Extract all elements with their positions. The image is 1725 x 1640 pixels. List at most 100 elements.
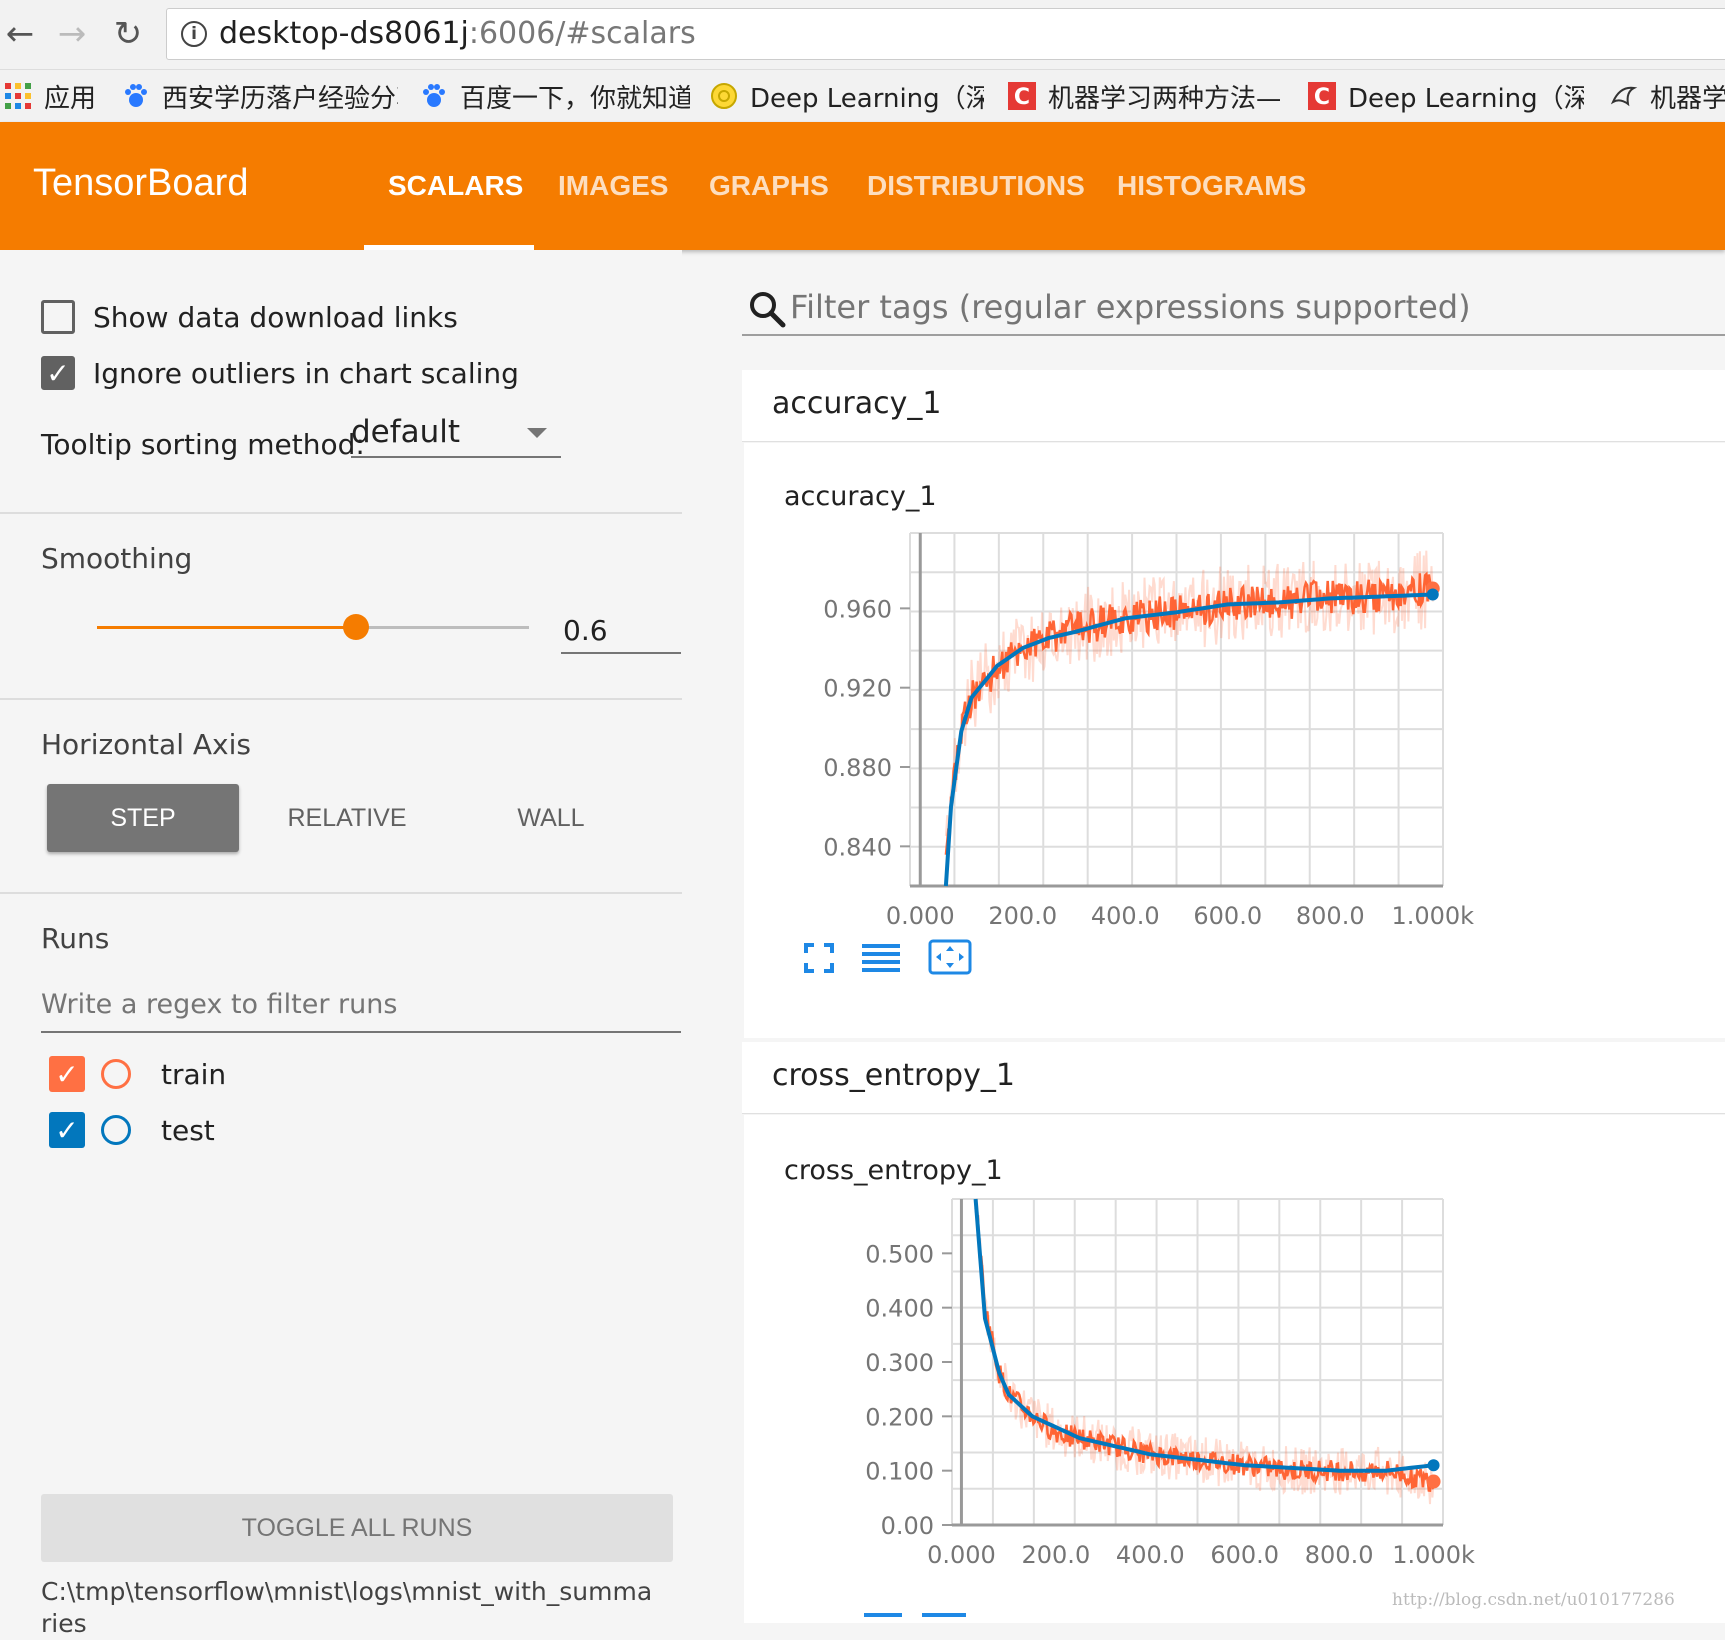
chart-toolbar <box>804 939 972 975</box>
bookmark-label: 机器学习两种方法—— <box>1048 83 1280 114</box>
checkbox-label: Ignore outliers in chart scaling <box>93 356 519 390</box>
checkbox-box[interactable] <box>41 300 75 334</box>
dropdown-arrow-icon <box>527 428 547 438</box>
x-tick-label: 400.0 <box>1116 1541 1185 1569</box>
search-icon <box>750 292 786 328</box>
accuracy-chart[interactable]: 0.840 0.880 0.920 0.960 0.000 200.0 400.0 600.0… <box>744 443 1725 963</box>
x-tick-label: 800.0 <box>1296 902 1365 930</box>
main-content: Filter tags (regular expressions support… <box>682 250 1725 1623</box>
run-name: test <box>161 1113 215 1147</box>
tensorboard-header: TensorBoard SCALARS IMAGES GRAPHS DISTRI… <box>0 122 1725 250</box>
y-tick-label: 0.500 <box>865 1240 934 1268</box>
slider-thumb[interactable] <box>343 614 370 640</box>
tab-scalars[interactable]: SCALARS <box>388 170 523 202</box>
svg-text:C: C <box>1314 85 1330 110</box>
tab-distributions[interactable]: DISTRIBUTIONS <box>867 170 1085 202</box>
y-tick-label: 0.300 <box>865 1349 934 1377</box>
x-tick-label: 1.000k <box>1392 1541 1475 1569</box>
axis-wall-button[interactable]: WALL <box>455 784 647 852</box>
ignore-outliers-checkbox[interactable]: ✓ Ignore outliers in chart scaling <box>41 356 519 390</box>
toolbar-icon-partial[interactable] <box>864 1613 902 1617</box>
svg-text:C: C <box>1014 85 1030 110</box>
axis-step-button[interactable]: STEP <box>47 784 239 852</box>
run-item-train[interactable]: ✓ train <box>49 1056 226 1092</box>
show-download-links-checkbox[interactable]: Show data download links <box>41 300 458 334</box>
forward-arrow-icon[interactable]: → <box>52 14 92 54</box>
bookmark-item[interactable]: 西安学历落户经验分享 <box>122 78 398 114</box>
browser-toolbar: ← → ↻ i desktop-ds8061j:6006/#scalars <box>0 0 1725 70</box>
bookmark-item[interactable]: C 机器学习两种方法—— <box>1008 78 1280 114</box>
tag-filter-input[interactable]: Filter tags (regular expressions support… <box>742 286 1725 336</box>
x-tick-label: 600.0 <box>1193 902 1262 930</box>
tooltip-sorting-select[interactable]: default <box>351 410 561 458</box>
tooltip-sorting-label: Tooltip sorting method: <box>41 428 365 461</box>
divider <box>0 698 682 700</box>
fullscreen-icon[interactable] <box>804 943 834 973</box>
checkmark-icon[interactable]: ✓ <box>41 356 75 390</box>
y-tick-label: 0.200 <box>865 1403 934 1431</box>
url-host: desktop-ds8061j <box>219 16 469 51</box>
chart-card-cross-entropy: cross_entropy_1 0.00 0.100 0.200 0.300 0.400… <box>744 1115 1725 1623</box>
cross-entropy-chart[interactable]: 0.00 0.100 0.200 0.300 0.400 0.500 0.000 200.0 4… <box>744 1115 1725 1623</box>
chart-card-accuracy: accuracy_1 0.840 0.880 0.920 0.960 0.000 200.… <box>744 443 1725 1038</box>
axis-relative-button[interactable]: RELATIVE <box>251 784 443 852</box>
url-text: desktop-ds8061j:6006/#scalars <box>219 16 696 51</box>
reload-icon[interactable]: ↻ <box>108 14 148 54</box>
smoothing-slider[interactable] <box>97 614 529 640</box>
log-scale-icon[interactable] <box>862 943 900 973</box>
fit-domain-icon[interactable] <box>928 939 972 975</box>
y-tick-label: 0.880 <box>823 754 892 782</box>
x-tick-label: 200.0 <box>988 902 1057 930</box>
back-arrow-icon[interactable]: ← <box>0 14 40 54</box>
bookmark-label: Deep Learning（深度 <box>750 83 984 114</box>
info-icon[interactable]: i <box>181 21 207 47</box>
bookmark-label: 西安学历落户经验分享 <box>162 83 398 114</box>
chart-grid <box>951 1198 1444 1527</box>
tab-images[interactable]: IMAGES <box>558 170 668 202</box>
run-color-circle <box>101 1059 131 1089</box>
checkmark-icon[interactable]: ✓ <box>49 1056 85 1092</box>
run-item-test[interactable]: ✓ test <box>49 1112 215 1148</box>
run-name: train <box>161 1057 227 1091</box>
y-tick-label: 0.920 <box>823 675 892 703</box>
y-tick-label: 0.400 <box>865 1295 934 1323</box>
test-end-point <box>1427 1459 1440 1472</box>
category-header-cross-entropy[interactable]: cross_entropy_1 <box>742 1042 1725 1114</box>
address-bar[interactable]: i desktop-ds8061j:6006/#scalars <box>166 8 1725 60</box>
divider <box>0 892 682 894</box>
smoothing-value: 0.6 <box>563 614 608 647</box>
test-end-point <box>1426 588 1439 601</box>
run-filter-input[interactable]: Write a regex to filter runs <box>41 985 681 1033</box>
csdn-c-icon: C <box>1008 82 1036 110</box>
test-line <box>973 1198 1434 1473</box>
bookmark-item[interactable]: 机器学 <box>1610 78 1725 114</box>
category-title: cross_entropy_1 <box>772 1058 1015 1093</box>
tab-graphs[interactable]: GRAPHS <box>709 170 829 202</box>
checkmark-icon[interactable]: ✓ <box>49 1112 85 1148</box>
x-tick-label: 0.000 <box>927 1541 996 1569</box>
baidu-paw-icon <box>423 84 445 107</box>
tab-histograms[interactable]: HISTOGRAMS <box>1117 170 1306 202</box>
y-tick-label: 0.960 <box>823 595 892 623</box>
run-filter-placeholder: Write a regex to filter runs <box>41 989 398 1020</box>
tag-filter-placeholder: Filter tags (regular expressions support… <box>790 288 1471 326</box>
train-end-point <box>1426 1474 1441 1489</box>
smoothing-value-input[interactable]: 0.6 <box>561 608 681 654</box>
toolbar-icon-partial[interactable] <box>922 1613 966 1617</box>
category-title: accuracy_1 <box>772 386 942 421</box>
sidebar: Show data download links ✓ Ignore outlie… <box>0 250 682 1638</box>
bookmark-item[interactable]: 百度一下，你就知道 <box>420 78 690 114</box>
horizontal-axis-label: Horizontal Axis <box>41 728 251 761</box>
bird-icon <box>1610 86 1638 107</box>
runs-label: Runs <box>41 922 110 955</box>
bookmark-item[interactable]: Deep Learning（深度 <box>710 78 984 114</box>
y-tick-label: 0.00 <box>881 1512 934 1540</box>
toggle-all-runs-button[interactable]: TOGGLE ALL RUNS <box>41 1494 673 1562</box>
yellow-globe-icon <box>711 83 737 109</box>
log-directory: C:\tmp\tensorflow\mnist\logs\mnist_with_… <box>41 1577 653 1638</box>
bookmark-label: 机器学 <box>1650 83 1725 114</box>
bookmarks-bar: 应用 西安学历落户经验分享 百度一下，你就知道 Deep Learning（深度… <box>0 70 1725 122</box>
bookmark-item[interactable]: C Deep Learning（深度 <box>1308 78 1584 114</box>
category-header-accuracy[interactable]: accuracy_1 <box>742 370 1725 442</box>
bookmark-apps[interactable]: 应用 <box>4 78 104 114</box>
